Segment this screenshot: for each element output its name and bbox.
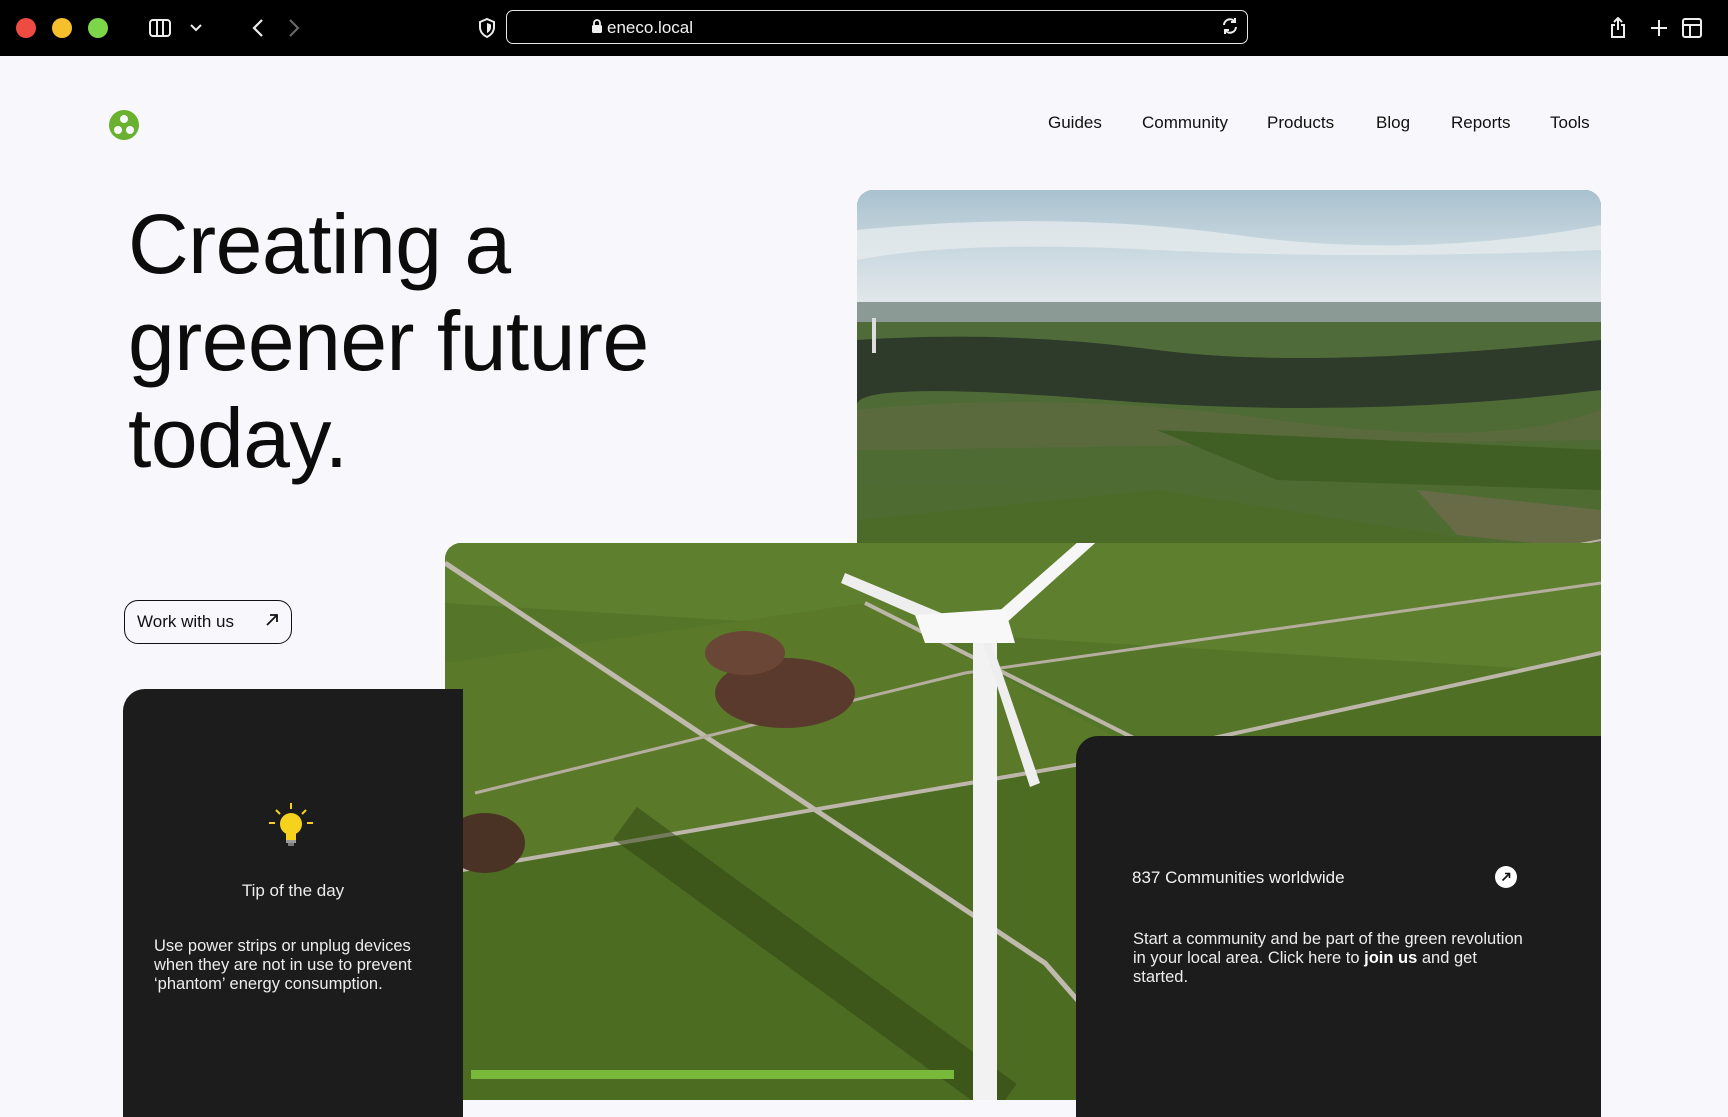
nav-tools[interactable]: Tools xyxy=(1550,113,1590,133)
new-tab-icon[interactable] xyxy=(1645,14,1673,42)
chevron-down-icon[interactable] xyxy=(182,14,210,42)
nav-products[interactable]: Products xyxy=(1267,113,1334,133)
community-description: Start a community and be part of the gre… xyxy=(1133,930,1533,987)
address-bar[interactable]: eneco.local xyxy=(506,10,1248,44)
site-logo[interactable] xyxy=(109,110,139,140)
lightbulb-icon xyxy=(267,801,315,854)
minimize-window-button[interactable] xyxy=(52,18,72,38)
community-card: 837 Communities worldwide Start a commun… xyxy=(1076,736,1601,1117)
back-icon[interactable] xyxy=(244,14,272,42)
lock-icon xyxy=(591,18,603,38)
headline-line: Creating a xyxy=(128,197,511,291)
url-text: eneco.local xyxy=(607,18,694,37)
tip-body: Use power strips or unplug devices when … xyxy=(154,937,412,993)
tab-overview-icon[interactable] xyxy=(1678,14,1706,42)
forward-icon[interactable] xyxy=(280,14,308,42)
work-with-us-label: Work with us xyxy=(137,612,234,631)
nav-community[interactable]: Community xyxy=(1142,113,1228,133)
hero-headline: Creating a greener future today. xyxy=(128,196,649,487)
nav-blog[interactable]: Blog xyxy=(1376,113,1410,133)
communities-count-title: 837 Communities worldwide xyxy=(1132,868,1345,887)
close-window-button[interactable] xyxy=(16,18,36,38)
headline-line: greener future xyxy=(128,294,649,388)
shield-icon[interactable] xyxy=(473,14,501,42)
tip-card: Tip of the day Use power strips or unplu… xyxy=(123,689,463,1117)
slideshow-progress-bar xyxy=(471,1070,954,1079)
nav-guides[interactable]: Guides xyxy=(1048,113,1102,133)
nav-reports[interactable]: Reports xyxy=(1451,113,1511,133)
join-us-link[interactable]: join us xyxy=(1364,949,1417,967)
work-with-us-button[interactable]: Work with us xyxy=(124,600,292,644)
tip-title: Tip of the day xyxy=(241,881,345,900)
arrow-up-right-icon[interactable] xyxy=(1495,866,1517,888)
sidebar-icon[interactable] xyxy=(146,14,174,42)
reload-icon[interactable] xyxy=(1221,17,1239,40)
maximize-window-button[interactable] xyxy=(88,18,108,38)
share-icon[interactable] xyxy=(1604,14,1632,42)
headline-line: today. xyxy=(128,391,348,485)
arrow-up-right-icon xyxy=(265,612,279,632)
browser-toolbar: eneco.local xyxy=(0,0,1728,56)
